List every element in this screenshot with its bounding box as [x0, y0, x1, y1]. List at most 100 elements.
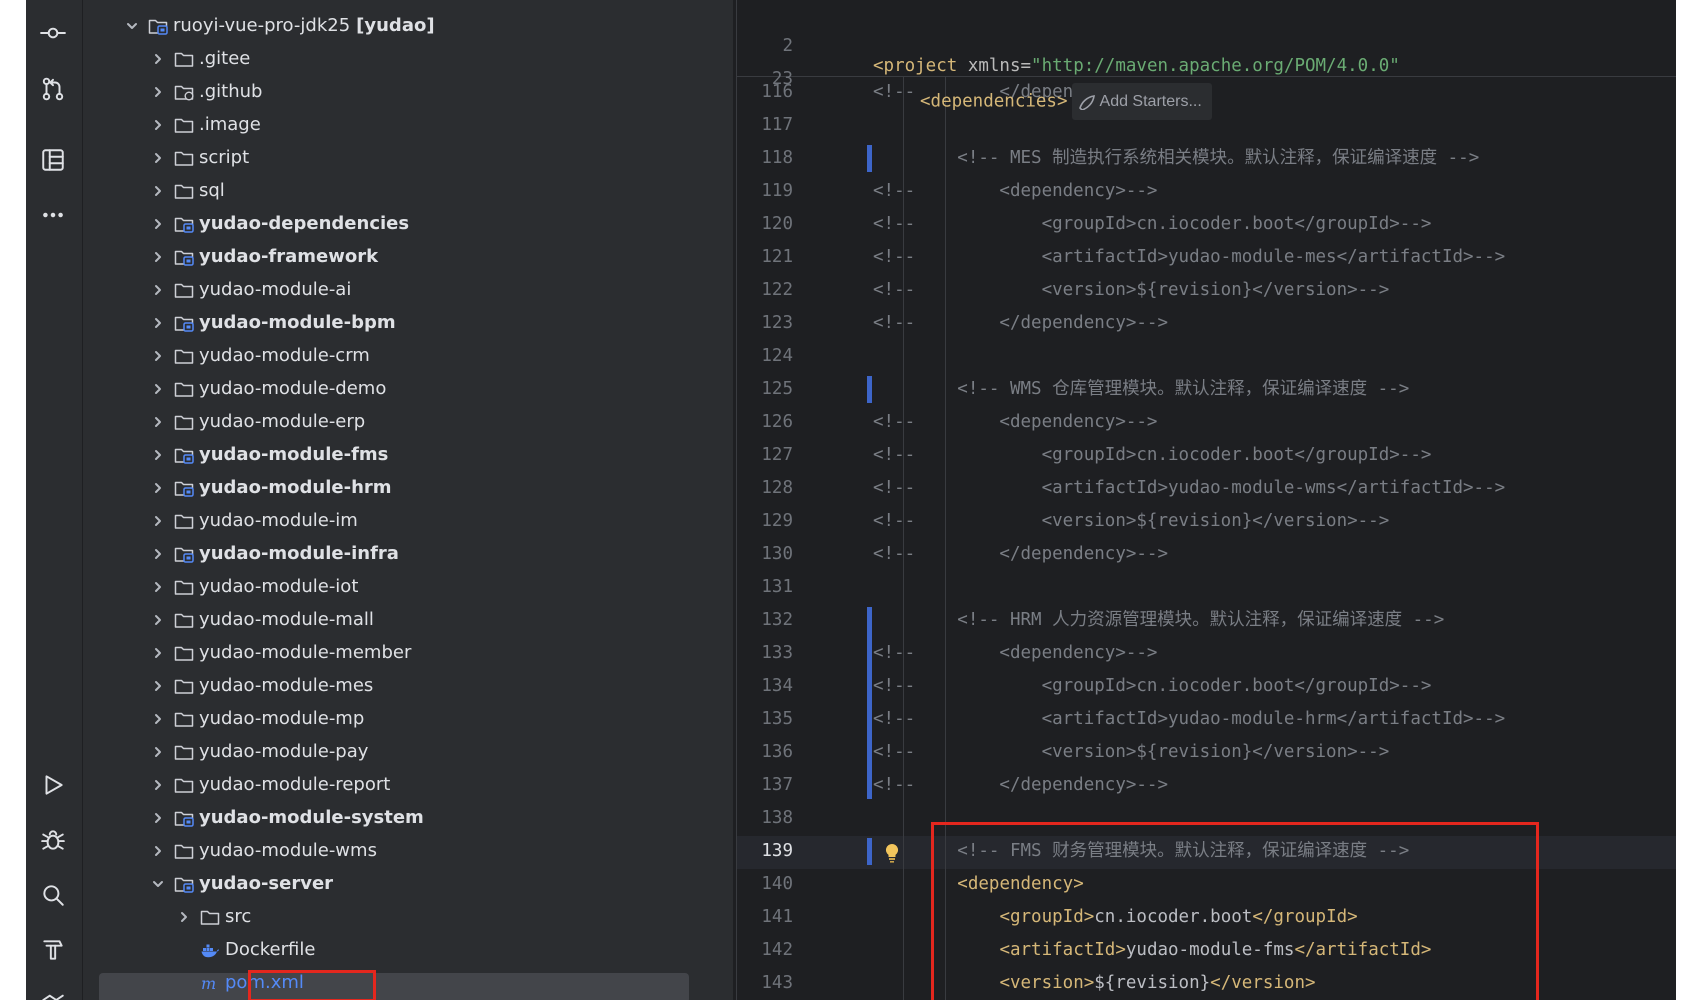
vcs-change-marker[interactable] — [867, 376, 872, 403]
chevron-right-icon[interactable] — [149, 776, 167, 794]
tree-item-label: yudao-module-ai — [199, 279, 352, 300]
chevron-right-icon[interactable] — [149, 809, 167, 827]
dependencies-tag: <dependencies> — [920, 91, 1068, 112]
chevron-right-icon[interactable] — [149, 644, 167, 662]
lightbulb-icon[interactable] — [883, 842, 901, 864]
line-number: 130 — [761, 544, 793, 564]
chevron-down-icon[interactable] — [149, 875, 167, 893]
search-icon[interactable] — [38, 880, 68, 910]
docker-icon — [199, 940, 221, 960]
project-module-name: [yudao] — [356, 15, 435, 36]
chevron-right-icon[interactable] — [149, 347, 167, 365]
github-folder-icon — [173, 82, 195, 102]
tree-item-src[interactable]: src — [83, 900, 733, 933]
chevron-right-icon[interactable] — [149, 380, 167, 398]
chevron-right-icon[interactable] — [149, 149, 167, 167]
chevron-right-icon[interactable] — [149, 479, 167, 497]
chevron-right-icon[interactable] — [149, 182, 167, 200]
git-icon[interactable] — [38, 985, 68, 1000]
code-editor[interactable]: 116 <!-- </dependency>--> 117 118 <!-- MES … — [736, 0, 1676, 1000]
tree-item-yudao-server[interactable]: yudao-server — [83, 867, 733, 900]
chevron-right-icon[interactable] — [149, 545, 167, 563]
tree-item[interactable]: yudao-module-crm — [83, 339, 733, 372]
chevron-right-icon[interactable] — [149, 578, 167, 596]
tree-item[interactable]: yudao-module-pay — [83, 735, 733, 768]
vcs-change-marker[interactable] — [867, 145, 872, 172]
tree-item[interactable]: yudao-framework — [83, 240, 733, 273]
tree-item[interactable]: yudao-module-system — [83, 801, 733, 834]
tree-item[interactable]: .image — [83, 108, 733, 141]
comment-text: <!-- <groupId>cn.iocoder.boot</groupId>-… — [873, 214, 1432, 234]
chevron-right-icon[interactable] — [149, 281, 167, 299]
tree-item[interactable]: .gitee — [83, 42, 733, 75]
chevron-right-icon[interactable] — [149, 710, 167, 728]
add-starters-button[interactable]: Add Starters... — [1071, 83, 1212, 120]
tree-item[interactable]: yudao-module-ai — [83, 273, 733, 306]
tree-item[interactable]: yudao-module-erp — [83, 405, 733, 438]
chevron-right-icon[interactable] — [149, 50, 167, 68]
tree-item[interactable]: .github — [83, 75, 733, 108]
tree-item[interactable]: yudao-module-bpm — [83, 306, 733, 339]
chevron-right-icon[interactable] — [149, 842, 167, 860]
tree-item[interactable]: script — [83, 141, 733, 174]
chevron-right-icon[interactable] — [149, 446, 167, 464]
tree-item[interactable]: yudao-module-iot — [83, 570, 733, 603]
tree-item[interactable]: yudao-module-mes — [83, 669, 733, 702]
debug-icon[interactable] — [38, 825, 68, 855]
tree-item-dockerfile[interactable]: Dockerfile — [83, 933, 733, 966]
vcs-change-marker[interactable] — [867, 607, 872, 799]
run-icon[interactable] — [38, 770, 68, 800]
comment-text: <!-- <dependency>--> — [873, 181, 1158, 201]
tree-item[interactable]: yudao-module-demo — [83, 372, 733, 405]
line-number: 126 — [761, 412, 793, 432]
code-text: <!-- <version>${revision}</version>--> — [873, 274, 1389, 307]
comment-text: <!-- WMS 仓库管理模块。默认注释，保证编译速度 --> — [873, 379, 1410, 399]
tree-item[interactable]: sql — [83, 174, 733, 207]
build-icon[interactable] — [38, 935, 68, 965]
code-text: <!-- HRM 人力资源管理模块。默认注释，保证编译速度 --> — [873, 604, 1444, 637]
line-number: 137 — [761, 775, 793, 795]
chevron-right-icon[interactable] — [149, 215, 167, 233]
folder-icon — [173, 742, 195, 762]
tree-item-label: Dockerfile — [225, 939, 316, 960]
chevron-right-icon[interactable] — [149, 314, 167, 332]
tree-item[interactable]: yudao-module-fms — [83, 438, 733, 471]
comment-text: <!-- MES 制造执行系统相关模块。默认注释，保证编译速度 --> — [873, 148, 1480, 168]
code-text: <!-- <groupId>cn.iocoder.boot</groupId>-… — [873, 439, 1431, 472]
more-icon[interactable] — [38, 200, 68, 230]
chevron-right-icon[interactable] — [149, 611, 167, 629]
tree-item[interactable]: yudao-module-infra — [83, 537, 733, 570]
folder-icon — [173, 115, 195, 135]
chevron-down-icon[interactable] — [123, 17, 141, 35]
structure-icon[interactable] — [38, 145, 68, 175]
tree-item-label: script — [199, 147, 250, 168]
add-starters-label: Add Starters... — [1099, 93, 1202, 110]
tree-item[interactable]: yudao-module-member — [83, 636, 733, 669]
chevron-right-icon[interactable] — [149, 512, 167, 530]
tree-item[interactable]: yudao-dependencies — [83, 207, 733, 240]
vcs-change-marker[interactable] — [867, 838, 872, 865]
tree-item[interactable]: yudao-module-im — [83, 504, 733, 537]
tree-root-item[interactable]: ruoyi-vue-pro-jdk25 [yudao] — [83, 9, 733, 42]
chevron-right-icon[interactable] — [149, 83, 167, 101]
chevron-right-icon[interactable] — [175, 908, 193, 926]
tree-item[interactable]: yudao-module-report — [83, 768, 733, 801]
module-folder-icon — [173, 214, 195, 234]
chevron-right-icon[interactable] — [149, 677, 167, 695]
tree-item[interactable]: yudao-module-wms — [83, 834, 733, 867]
tree-item-pom-xml[interactable]: m pom.xml — [83, 966, 733, 999]
chevron-right-icon[interactable] — [149, 248, 167, 266]
line-number: 139 — [761, 841, 793, 861]
tree-item[interactable]: yudao-module-mall — [83, 603, 733, 636]
code-text: <!-- <groupId>cn.iocoder.boot</groupId>-… — [873, 208, 1431, 241]
tree-item[interactable]: yudao-module-hrm — [83, 471, 733, 504]
pull-requests-icon[interactable] — [38, 74, 68, 104]
chevron-right-icon[interactable] — [149, 413, 167, 431]
comment-text: <!-- <artifactId>yudao-module-hrm</artif… — [873, 709, 1506, 729]
comment-text: <!-- <dependency>--> — [873, 643, 1158, 663]
chevron-right-icon[interactable] — [149, 743, 167, 761]
tree-item[interactable]: yudao-module-mp — [83, 702, 733, 735]
commit-icon[interactable] — [38, 18, 68, 48]
chevron-right-icon[interactable] — [149, 116, 167, 134]
